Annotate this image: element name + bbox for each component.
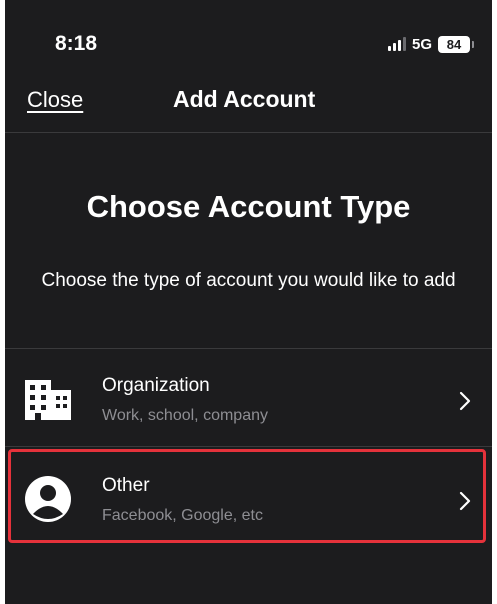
status-indicators: 5G 84 [387,33,474,55]
building-icon [25,380,71,420]
close-button[interactable]: Close [27,87,83,113]
battery-icon: 84 [438,35,474,53]
account-type-organization[interactable]: Organization Work, school, company [5,352,492,448]
list-divider [5,446,492,447]
phone-screen: 8:18 5G 84 Close Add Account Choose Acco… [5,0,492,604]
page-subtitle: Choose the type of account you would lik… [41,270,456,291]
nav-title: Add Account [173,86,316,112]
account-type-subtitle: Work, school, company [102,407,268,424]
list-divider [5,348,492,349]
page-title: Choose Account Type [86,189,411,224]
nav-bar: Close Add Account [5,70,492,133]
highlight-annotation [8,449,486,543]
status-time: 8:18 [55,32,98,55]
signal-icon [387,37,406,51]
account-type-title: Organization [102,375,210,396]
chevron-right-icon [459,391,471,411]
network-label: 5G [411,35,432,53]
